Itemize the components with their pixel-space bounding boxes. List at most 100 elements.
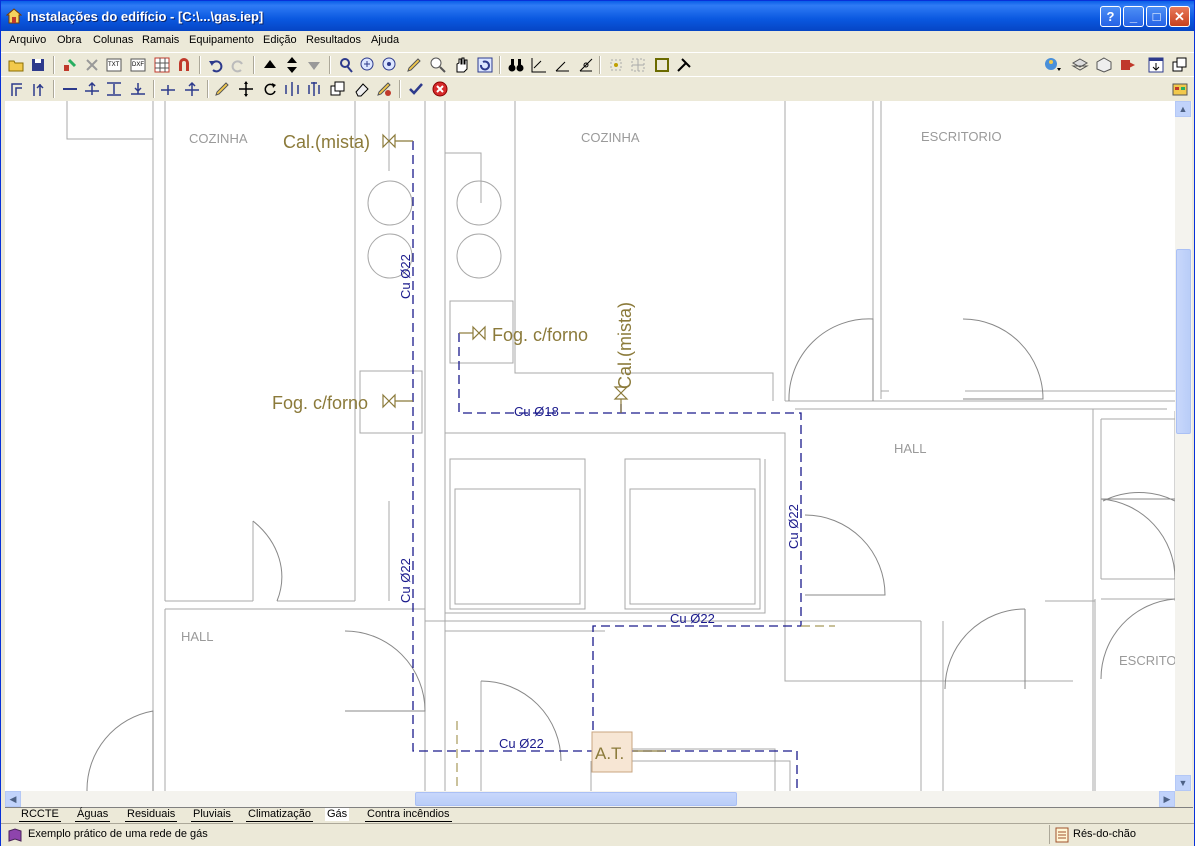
discipline-tabs: RCCTE Águas Residuais Pluviais Climatiza… (5, 807, 1193, 823)
vertical-scrollbar[interactable]: ▲ ▼ (1175, 101, 1192, 791)
dimension-icon[interactable] (529, 56, 547, 74)
drawing-canvas[interactable]: COZINHA COZINHA ESCRITORIO HALL HALL ESC… (5, 101, 1175, 791)
pipe-label-4: Cu Ø22 (786, 504, 801, 549)
align-icon[interactable] (129, 80, 147, 98)
zoom-pointer-icon[interactable] (337, 56, 355, 74)
label-cal-mista-1: Cal.(mista) (283, 132, 370, 152)
vertical-scroll-thumb[interactable] (1176, 249, 1191, 434)
tab-pluviais[interactable]: Pluviais (191, 808, 233, 822)
binoculars-icon[interactable] (507, 56, 525, 74)
menu-colunas[interactable]: Colunas (93, 34, 133, 46)
check-icon[interactable] (407, 80, 425, 98)
globe-user-icon[interactable] (1043, 56, 1061, 74)
eraser-icon[interactable] (353, 80, 371, 98)
tab-rccte[interactable]: RCCTE (19, 808, 61, 822)
pipe-labels: Cu Ø22 Cu Ø22 Cu Ø18 Cu Ø22 Cu Ø22 Cu Ø2… (398, 254, 801, 751)
menu-resultados[interactable]: Resultados (306, 34, 361, 46)
scroll-right-icon[interactable]: ▶ (1159, 791, 1175, 807)
label-fog-forno-1: Fog. c/forno (492, 325, 588, 345)
main-toolbar: TXT DXF (1, 52, 1194, 77)
horizontal-scroll-thumb[interactable] (415, 792, 737, 806)
svg-text:TXT: TXT (108, 62, 120, 68)
minimize-button[interactable]: _ (1123, 6, 1144, 27)
grid-icon[interactable] (153, 56, 171, 74)
mirror-copy-icon[interactable] (305, 80, 323, 98)
cube-icon[interactable] (1095, 56, 1113, 74)
menu-ajuda[interactable]: Ajuda (371, 34, 399, 46)
export-icon[interactable] (1119, 56, 1137, 74)
menu-bar: Arquivo Obra Colunas Ramais Equipamento … (1, 31, 1194, 51)
pan-hand-icon[interactable] (452, 56, 470, 74)
tab-climatizacao[interactable]: Climatização (246, 808, 313, 822)
cancel-icon[interactable] (431, 80, 449, 98)
menu-edicao[interactable]: Edição (263, 34, 297, 46)
move-cross-icon[interactable] (237, 80, 255, 98)
menu-arquivo[interactable]: Arquivo (9, 34, 46, 46)
room-label-escritorio: ESCRITORIO (921, 129, 1002, 144)
scroll-left-icon[interactable]: ◀ (5, 791, 21, 807)
txt-icon[interactable]: TXT (105, 56, 123, 74)
refresh-view-icon[interactable] (476, 56, 494, 74)
dxf-icon[interactable]: DXF (129, 56, 147, 74)
redo-icon (231, 60, 243, 73)
undo-icon[interactable] (207, 56, 225, 74)
restore-window-icon[interactable] (1171, 56, 1189, 74)
close-button[interactable]: ✕ (1169, 6, 1190, 27)
tools-icon[interactable] (675, 56, 693, 74)
title-bar[interactable]: Instalações do edifício - [C:\...\gas.ie… (1, 1, 1194, 31)
window-title: Instalações do edifício - [C:\...\gas.ie… (27, 9, 264, 24)
status-bar: Exemplo prático de uma rede de gás Rés-d… (1, 823, 1194, 846)
edit-toolbar (1, 76, 1194, 101)
window-layout-icon[interactable] (1147, 56, 1165, 74)
maximize-button[interactable]: □ (1146, 6, 1167, 27)
scroll-down-icon[interactable]: ▼ (1175, 775, 1191, 791)
tab-aguas[interactable]: Águas (75, 808, 111, 822)
help-button[interactable]: ? (1100, 6, 1121, 27)
column-left-icon[interactable] (7, 80, 25, 98)
house-app-icon (6, 8, 22, 24)
status-message: Exemplo prático de uma rede de gás (28, 828, 208, 840)
menu-ramais[interactable]: Ramais (142, 34, 179, 46)
save-icon[interactable] (29, 56, 47, 74)
room-label-escritorio-2: ESCRITO (1119, 653, 1175, 668)
pipe-label-3: Cu Ø18 (514, 404, 559, 419)
mirror-icon[interactable] (283, 80, 301, 98)
properties-icon[interactable] (375, 80, 393, 98)
arrow-updown-icon[interactable] (283, 56, 301, 74)
column-move-icon[interactable] (29, 80, 47, 98)
layers-icon[interactable] (1071, 56, 1089, 74)
stretch-icon[interactable] (105, 80, 123, 98)
node-icon[interactable] (159, 80, 177, 98)
angle-icon[interactable] (553, 56, 571, 74)
menu-obra[interactable]: Obra (57, 34, 81, 46)
paint-icon[interactable] (61, 56, 79, 74)
rotate-icon[interactable] (261, 80, 279, 98)
square-icon[interactable] (653, 56, 671, 74)
open-folder-icon[interactable] (7, 56, 25, 74)
node-move-icon[interactable] (183, 80, 201, 98)
draw-pencil-icon[interactable] (213, 80, 231, 98)
zoom-out-icon[interactable] (429, 56, 447, 74)
copy-icon[interactable] (329, 80, 347, 98)
scroll-up-icon[interactable]: ▲ (1175, 101, 1191, 117)
select-grid-icon[interactable] (629, 56, 647, 74)
line-icon[interactable] (61, 80, 79, 98)
gas-pipes[interactable] (412, 141, 802, 791)
pencil-icon[interactable] (405, 56, 423, 74)
floor-plan[interactable]: COZINHA COZINHA ESCRITORIO HALL HALL ESC… (5, 101, 1175, 791)
zoom-in-icon[interactable] (381, 56, 399, 74)
horizontal-scrollbar[interactable]: ◀ ▶ (5, 791, 1175, 807)
at-meter-box[interactable]: A.T. (591, 731, 633, 773)
move-line-icon[interactable] (83, 80, 101, 98)
tab-contra-incendios[interactable]: Contra incêndios (365, 808, 452, 822)
tool-gray-icon[interactable] (83, 56, 101, 74)
tab-residuais[interactable]: Residuais (125, 808, 178, 822)
tab-gas[interactable]: Gás (325, 808, 350, 821)
slope-icon[interactable] (577, 56, 595, 74)
select-dots-icon[interactable] (607, 56, 625, 74)
zoom-window-icon[interactable] (359, 56, 377, 74)
arrow-up-icon[interactable] (261, 56, 279, 74)
palette-icon[interactable] (1171, 80, 1189, 98)
menu-equipamento[interactable]: Equipamento (189, 34, 254, 46)
magnet-icon[interactable] (175, 56, 193, 74)
